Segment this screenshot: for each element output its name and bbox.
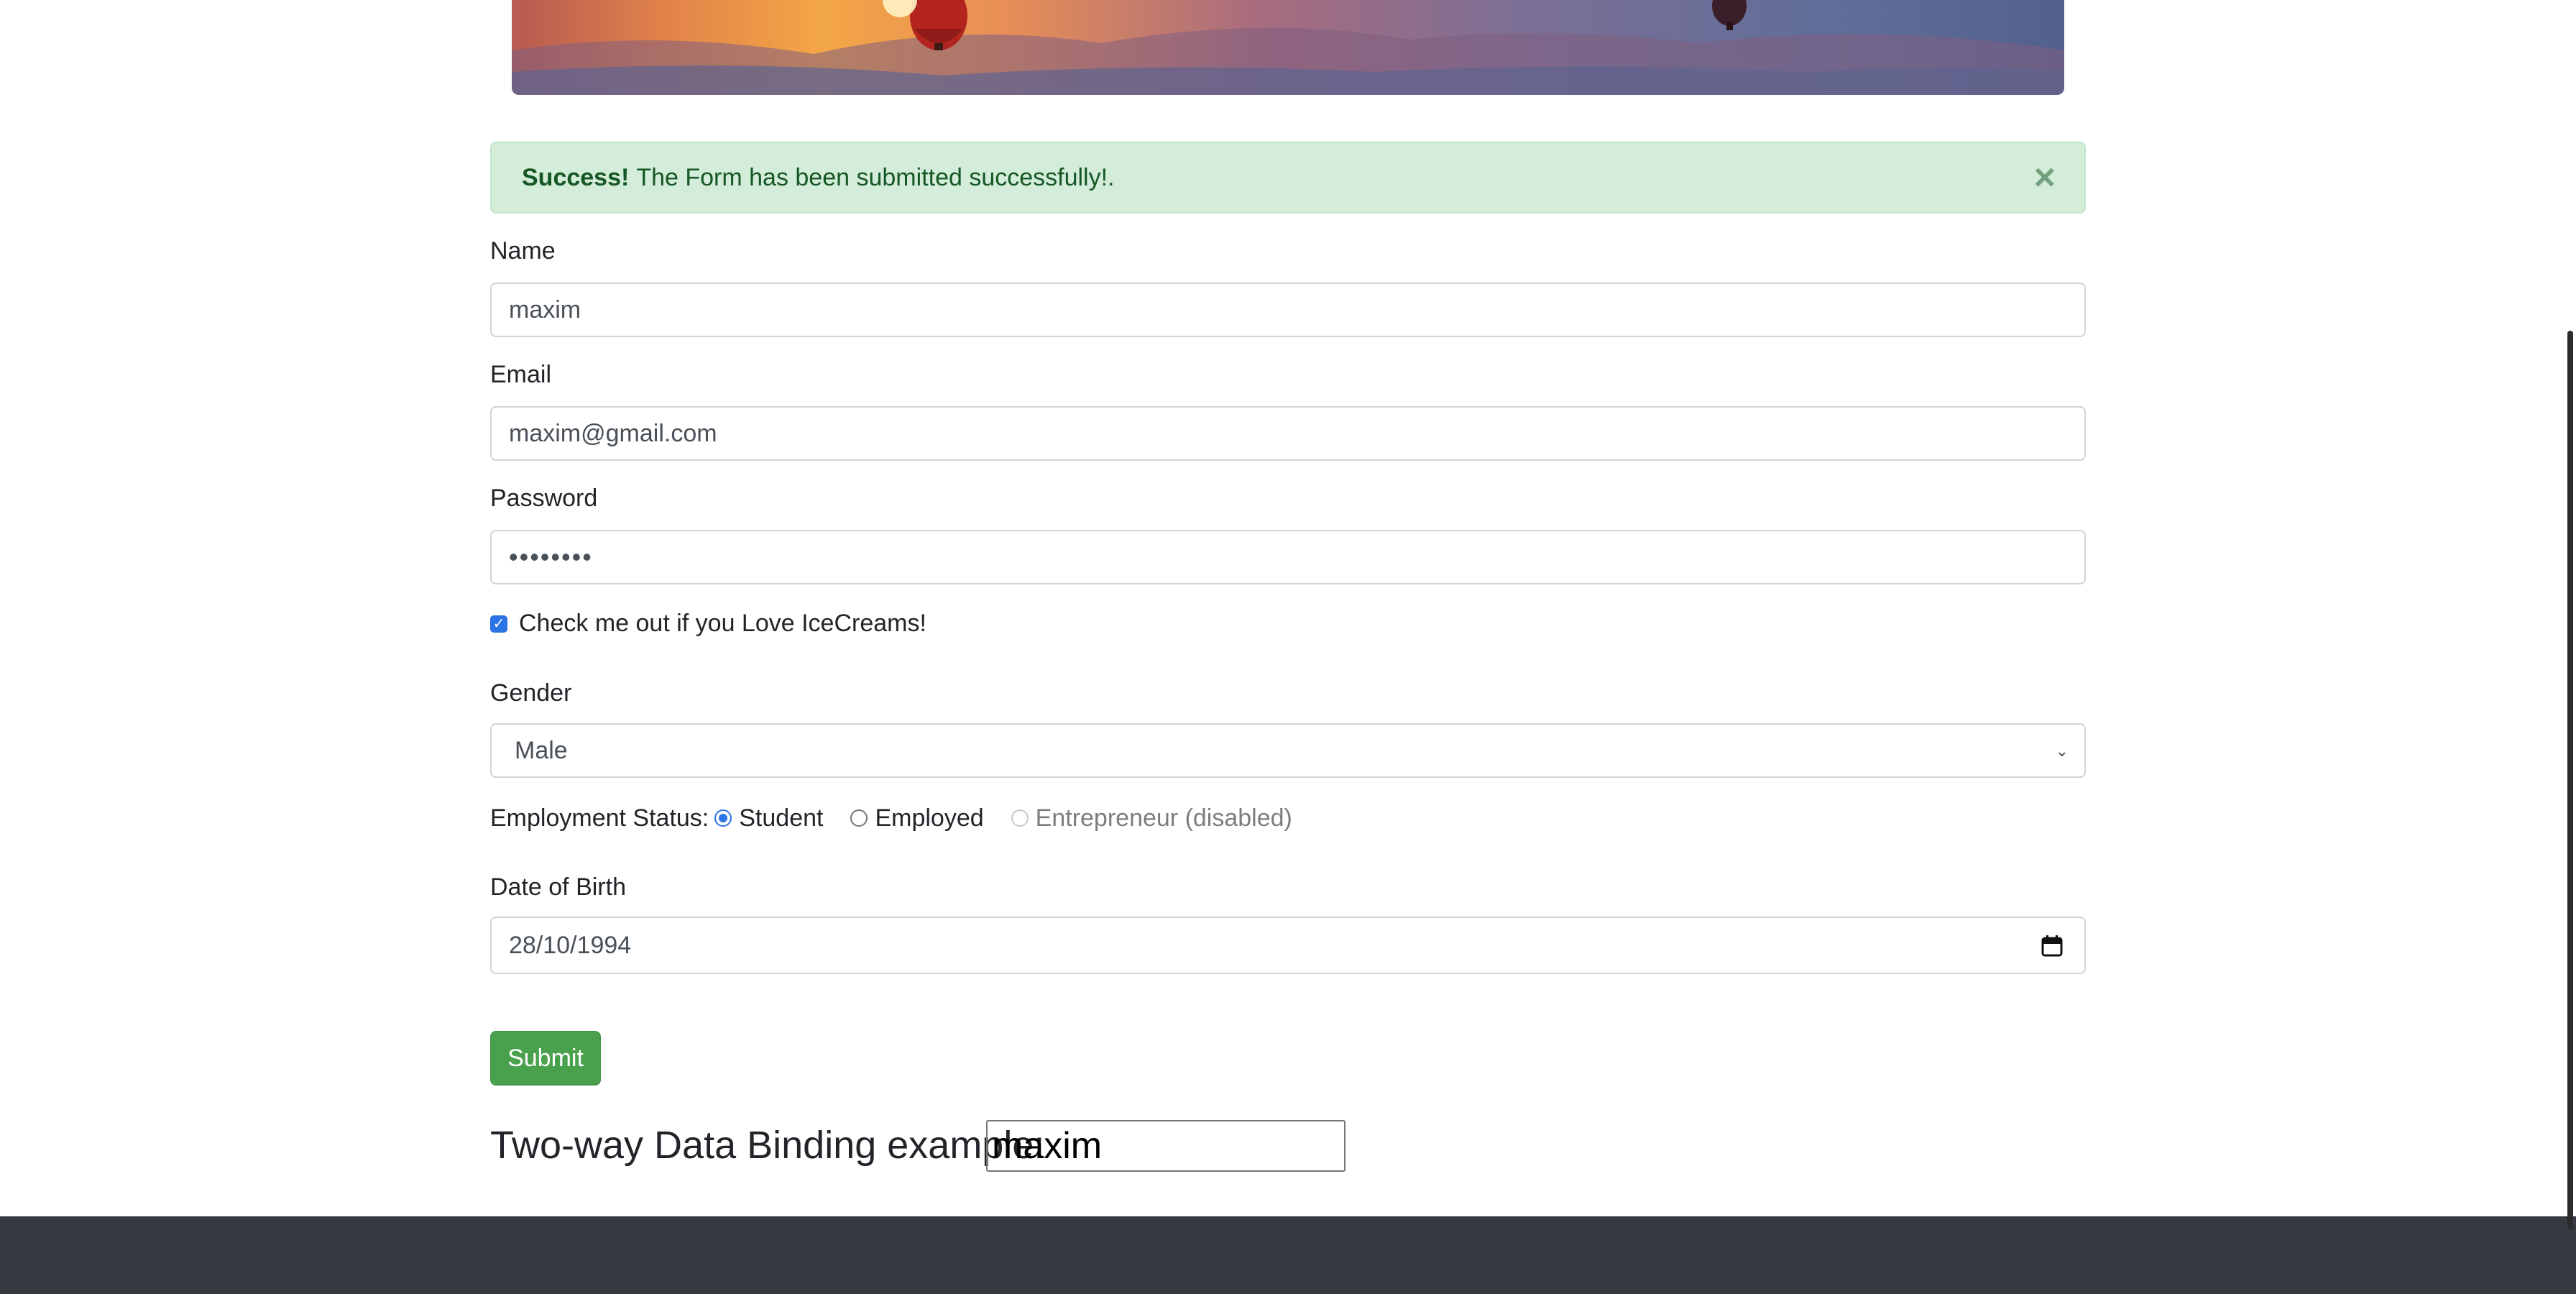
name-label: Name xyxy=(490,237,556,265)
employment-status-group: Employment Status: Student Employed Entr… xyxy=(490,804,1314,832)
password-label: Password xyxy=(490,485,598,512)
chevron-down-icon: ⌄ xyxy=(2055,742,2069,760)
radio-employed[interactable] xyxy=(850,809,868,827)
dob-input[interactable]: 28/10/1994 xyxy=(490,917,2086,974)
close-icon[interactable]: × xyxy=(2034,159,2056,196)
submit-button[interactable]: Submit xyxy=(490,1031,601,1086)
binding-input-value: maxim xyxy=(992,1125,1103,1167)
alert-message: The Form has been submitted successfully… xyxy=(636,163,1115,191)
binding-input[interactable]: maxim xyxy=(986,1120,1346,1172)
email-input[interactable]: maxim@gmail.com xyxy=(490,406,2086,461)
gender-select[interactable]: Male ⌄ xyxy=(490,723,2086,778)
icecream-checkbox-row: ✓ Check me out if you Love IceCreams! xyxy=(490,610,926,638)
radio-entrepreneur-label: Entrepreneur (disabled) xyxy=(1035,804,1292,832)
dob-input-value: 28/10/1994 xyxy=(509,931,632,959)
radio-entrepreneur xyxy=(1011,809,1029,827)
name-input-value: maxim xyxy=(509,295,581,324)
icecream-checkbox[interactable]: ✓ xyxy=(490,615,507,633)
gender-label: Gender xyxy=(490,679,572,707)
icecream-checkbox-label: Check me out if you Love IceCreams! xyxy=(519,610,926,637)
page-scrollbar[interactable] xyxy=(2564,331,2576,1229)
radio-employed-label: Employed xyxy=(875,804,984,832)
banner-landscape-illustration xyxy=(512,0,2064,95)
hot-air-balloon-right xyxy=(1712,0,1747,30)
alert-strong-text: Success! xyxy=(522,163,630,191)
email-input-value: maxim@gmail.com xyxy=(509,419,717,447)
radio-student[interactable] xyxy=(714,809,732,827)
employment-status-label: Employment Status: xyxy=(490,804,709,832)
email-label: Email xyxy=(490,361,552,388)
dob-label: Date of Birth xyxy=(490,873,626,901)
scrollbar-thumb[interactable] xyxy=(2567,331,2573,1229)
name-input[interactable]: maxim xyxy=(490,283,2086,337)
password-input-value: •••••••• xyxy=(509,542,593,572)
header-banner-image xyxy=(512,0,2064,95)
gender-select-value: Male xyxy=(515,736,568,764)
calendar-icon[interactable] xyxy=(2041,935,2063,963)
binding-title: Two-way Data Binding example: xyxy=(490,1124,1045,1167)
radio-student-label: Student xyxy=(739,804,824,832)
success-alert: Success! The Form has been submitted suc… xyxy=(490,142,2086,214)
page-footer xyxy=(0,1216,2576,1294)
password-input[interactable]: •••••••• xyxy=(490,530,2086,584)
